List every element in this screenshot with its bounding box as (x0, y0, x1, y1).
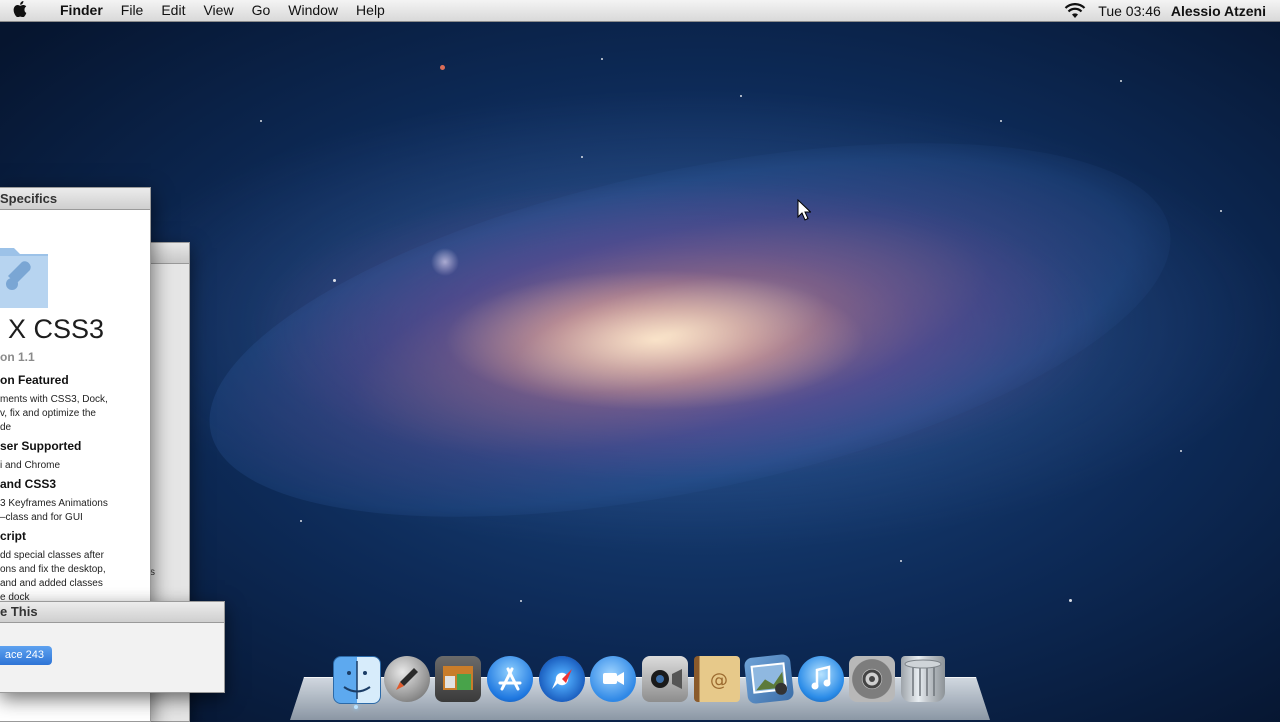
section-heading: and CSS3 (0, 477, 57, 491)
photo-booth-icon[interactable] (435, 656, 481, 702)
app-store-icon[interactable] (487, 656, 533, 702)
section-heading: ser Supported (0, 439, 82, 453)
menu-clock[interactable]: Tue 03:46 (1098, 3, 1161, 19)
menu-finder[interactable]: Finder (40, 0, 112, 21)
menu-go[interactable]: Go (243, 0, 280, 21)
running-indicator (354, 705, 358, 709)
svg-text:@: @ (710, 670, 728, 691)
folder-icon (0, 248, 48, 308)
dialog-button[interactable]: ace 243 (0, 646, 52, 665)
specifics-window-title[interactable]: Specifics (0, 188, 150, 210)
apple-icon[interactable] (0, 0, 40, 21)
menu-edit[interactable]: Edit (152, 0, 194, 21)
app-title: X CSS3 (8, 314, 105, 344)
section-heading: cript (0, 529, 27, 543)
section-text: ments with CSS3, Dock, (0, 394, 108, 405)
dialog-window[interactable]: e This ace 243 (0, 601, 225, 693)
app-version: on 1.1 (0, 350, 35, 364)
section-text: de (0, 422, 12, 433)
galaxy-image (177, 71, 1203, 589)
mouse-cursor-icon (797, 199, 811, 221)
dialog-title[interactable]: e This (0, 602, 224, 623)
menu-file[interactable]: File (112, 0, 153, 21)
facetime-icon[interactable] (642, 656, 688, 702)
menu-bar: Finder File Edit View Go Window Help Tue… (0, 0, 1280, 22)
launchpad-icon[interactable] (384, 656, 430, 702)
wifi-icon[interactable] (1064, 2, 1086, 19)
menu-help[interactable]: Help (347, 0, 394, 21)
menu-view[interactable]: View (194, 0, 242, 21)
section-text: i and Chrome (0, 460, 61, 471)
trash-icon[interactable] (901, 656, 945, 702)
menu-user[interactable]: Alessio Atzeni (1171, 3, 1266, 19)
section-text: –class and for GUI (0, 512, 83, 523)
safari-icon[interactable] (539, 656, 585, 702)
address-book-icon[interactable]: @ (694, 656, 740, 702)
system-preferences-icon[interactable] (849, 656, 895, 702)
iphoto-icon[interactable] (743, 653, 795, 705)
section-heading: on Featured (0, 373, 69, 387)
section-text: dd special classes after (0, 550, 104, 561)
section-text: ons and fix the desktop, (0, 564, 106, 575)
itunes-icon[interactable] (798, 656, 844, 702)
menu-window[interactable]: Window (279, 0, 347, 21)
section-text: 3 Keyframes Animations (0, 498, 108, 509)
section-text: v, fix and optimize the (0, 408, 96, 419)
finder-icon[interactable] (333, 656, 381, 704)
section-text: and and added classes (0, 578, 103, 589)
ichat-icon[interactable] (590, 656, 636, 702)
